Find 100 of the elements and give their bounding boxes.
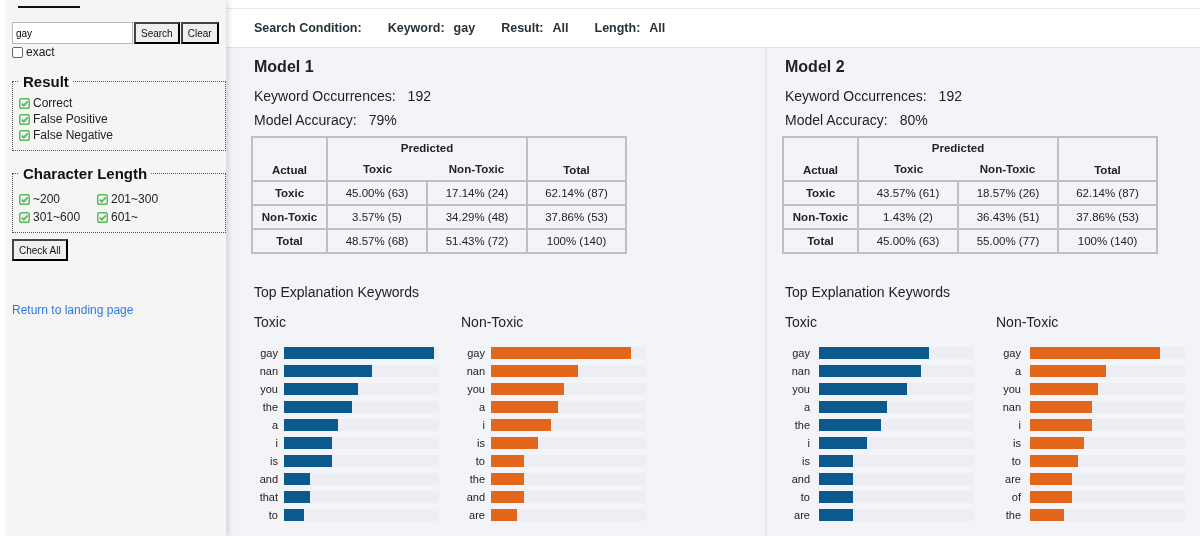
sidebar-button[interactable]: Search [134, 22, 180, 44]
table-cell: 37.86% (53) [1058, 205, 1157, 229]
condition-label: Keyword: [387, 21, 445, 35]
stat-label: Model Accuracy: [254, 112, 357, 128]
table-header: Total [527, 137, 626, 181]
section-title: Top Explanation Keywords [785, 284, 951, 300]
checkbox-icon[interactable] [97, 211, 108, 223]
keyword-label: are [1004, 473, 1021, 485]
keyword-label: the [261, 401, 278, 413]
model-title: Model 1 [254, 58, 315, 76]
keyword-label: gay [466, 347, 485, 359]
checkbox-icon[interactable] [19, 113, 30, 125]
check-all-button[interactable]: Check All [12, 239, 68, 261]
stat-label: Model Accuracy: [785, 112, 888, 128]
keyword-label: i [806, 437, 810, 449]
option-label: Correct [33, 96, 73, 110]
table-cell: 100% (140) [1058, 229, 1157, 253]
option-label: False Positive [33, 112, 108, 126]
chart-title: Toxic [785, 314, 818, 330]
search-field[interactable]: gay [12, 22, 133, 44]
keyword-label: is [269, 455, 278, 467]
keyword-label: i [481, 419, 485, 431]
keyword-label: the [1004, 509, 1021, 521]
keyword-label: you [259, 383, 278, 395]
keyword-label: that [258, 491, 278, 503]
stat-label: Keyword Occurrences: [254, 88, 396, 104]
group-legend: Character Length [19, 165, 152, 182]
table-cell: Total [783, 229, 858, 253]
table-cell: Total [252, 229, 327, 253]
checkbox-label: exact [26, 45, 55, 59]
table-cell: 37.86% (53) [527, 205, 626, 229]
condition-label: Length: [594, 21, 641, 35]
checkbox-icon[interactable] [19, 129, 30, 141]
keyword-label: to [1010, 455, 1021, 467]
table-cell: 62.14% (87) [527, 181, 626, 205]
stat-value: 79% [368, 112, 397, 128]
table-cell: Toxic [252, 181, 327, 205]
stat-label: Keyword Occurrences: [785, 88, 927, 104]
table-cell: 43.57% (61) [858, 181, 958, 205]
table-cell: Non-Toxic [783, 205, 858, 229]
option-label: 601~ [111, 210, 139, 224]
table-header: Total [1058, 137, 1157, 181]
keyword-label: you [466, 383, 485, 395]
checkbox-icon[interactable] [19, 211, 30, 223]
landing-page-link[interactable]: Return to landing page [12, 303, 134, 317]
option-label: 201~300 [111, 192, 159, 206]
keyword-label: you [791, 383, 810, 395]
option-label: ~200 [33, 192, 61, 206]
table-cell: 1.43% (2) [858, 205, 958, 229]
table-header: Non-Toxic [958, 158, 1058, 181]
keyword-label: a [1013, 365, 1021, 377]
chart-title: Non-Toxic [996, 314, 1060, 330]
condition-value: All [552, 21, 569, 35]
condition-title: Search Condition: [254, 21, 362, 35]
keyword-label: gay [259, 347, 278, 359]
stat-value: 192 [407, 88, 431, 104]
group-legend: Result [19, 73, 73, 90]
table-cell: Toxic [783, 181, 858, 205]
chart-title: Toxic [254, 314, 287, 330]
condition-value: gay [453, 21, 476, 35]
option-label: 301~600 [33, 210, 81, 224]
table-cell: 45.00% (63) [327, 181, 427, 205]
checkbox-icon[interactable] [97, 193, 108, 205]
section-title: Top Explanation Keywords [254, 284, 420, 300]
table-cell: 18.57% (26) [958, 181, 1058, 205]
keyword-label: is [801, 455, 810, 467]
keyword-label: a [477, 401, 485, 413]
keyword-label: and [790, 473, 810, 485]
keyword-label: i [274, 437, 278, 449]
sidebar-button[interactable]: Clear [180, 22, 219, 44]
keyword-label: gay [791, 347, 810, 359]
table-cell: 55.00% (77) [958, 229, 1058, 253]
condition-label: Result: [501, 21, 544, 35]
keyword-label: nan [258, 365, 278, 377]
condition-value: All [649, 21, 666, 35]
table-cell: Non-Toxic [252, 205, 327, 229]
checkbox-icon[interactable] [19, 97, 30, 109]
keyword-label: to [267, 509, 278, 521]
table-header: Predicted [327, 137, 527, 158]
keyword-label: is [476, 437, 485, 449]
keyword-label: and [258, 473, 278, 485]
keyword-label: nan [790, 365, 810, 377]
stat-value: 80% [899, 112, 928, 128]
keyword-label: you [1002, 383, 1021, 395]
keyword-label: the [468, 473, 485, 485]
table-cell: 17.14% (24) [427, 181, 527, 205]
keyword-label: i [1017, 419, 1021, 431]
model-title: Model 2 [785, 58, 846, 76]
keyword-label: gay [1002, 347, 1021, 359]
table-cell: 45.00% (63) [858, 229, 958, 253]
exact-checkbox[interactable] [12, 46, 23, 58]
table-header: Actual [783, 137, 858, 181]
table-cell: 48.57% (68) [327, 229, 427, 253]
table-cell: 34.29% (48) [427, 205, 527, 229]
table-cell: 51.43% (72) [427, 229, 527, 253]
option-label: False Negative [33, 128, 114, 142]
keyword-label: to [474, 455, 485, 467]
table-header: Non-Toxic [427, 158, 527, 181]
checkbox-icon[interactable] [19, 193, 30, 205]
keyword-label: the [793, 419, 810, 431]
